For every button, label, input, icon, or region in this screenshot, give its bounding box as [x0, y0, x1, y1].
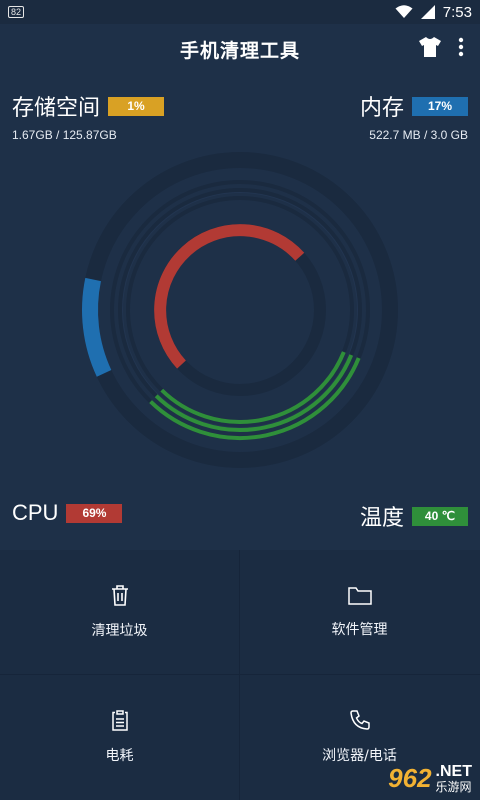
temperature-stat: 温度 40 ℃	[360, 500, 468, 532]
tools-grid: 清理垃圾 软件管理 电耗 浏览器/电话 962 .NET 乐游网	[0, 550, 480, 800]
storage-label: 存储空间	[12, 96, 101, 121]
watermark-net: .NET	[435, 762, 472, 780]
cpu-label: CPU	[12, 500, 59, 525]
memory-badge: 17%	[412, 96, 468, 116]
tile-clean-junk[interactable]: 清理垃圾	[0, 550, 239, 674]
app-bar: 手机清理工具	[0, 24, 480, 74]
storage-detail: 1.67GB / 125.87GB	[12, 128, 117, 142]
more-vert-icon[interactable]	[458, 37, 464, 57]
tshirt-icon[interactable]	[418, 36, 442, 58]
app-title: 手机清理工具	[179, 39, 300, 62]
storage-badge: 1%	[108, 96, 165, 116]
memory-label: 内存	[359, 96, 404, 121]
tile-label: 软件管理	[331, 622, 388, 638]
clock-time: 7:53	[442, 3, 472, 21]
tile-label: 清理垃圾	[91, 623, 148, 639]
cpu-badge: 69%	[66, 503, 123, 523]
status-right: 7:53	[395, 4, 472, 21]
tile-power-usage[interactable]: 电耗	[0, 675, 239, 799]
grid-divider-horizontal	[0, 674, 480, 675]
memory-detail: 522.7 MB / 3.0 GB	[369, 128, 468, 142]
trash-icon	[111, 585, 128, 606]
tile-label: 浏览器/电话	[322, 748, 397, 764]
storage-stat: 存储空间 1% 1.67GB / 125.87GB	[12, 90, 165, 142]
tile-app-manager[interactable]: 软件管理	[240, 550, 479, 674]
cpu-stat: CPU 69%	[12, 500, 123, 526]
clipboard-icon	[111, 710, 128, 731]
signal-icon	[420, 5, 435, 19]
app-actions	[418, 36, 464, 58]
status-bar: 82 7:53	[0, 0, 480, 24]
cpu-arc	[154, 224, 305, 369]
usage-dial	[82, 152, 398, 468]
watermark-number: 962	[388, 763, 432, 793]
watermark: 962 .NET 乐游网	[388, 763, 472, 794]
folder-icon	[347, 587, 372, 605]
tile-label: 电耗	[105, 748, 134, 764]
memory-stat: 内存 17% 522.7 MB / 3.0 GB	[360, 90, 468, 142]
phone-icon	[349, 710, 370, 730]
temperature-label: 温度	[359, 506, 404, 531]
wifi-icon	[395, 5, 413, 18]
watermark-site: 乐游网	[435, 779, 472, 794]
grid-divider-vertical	[239, 550, 240, 800]
battery-indicator: 82	[8, 6, 25, 18]
outer-track	[82, 152, 398, 468]
memory-arc	[82, 277, 112, 377]
temperature-badge: 40 ℃	[412, 506, 468, 526]
